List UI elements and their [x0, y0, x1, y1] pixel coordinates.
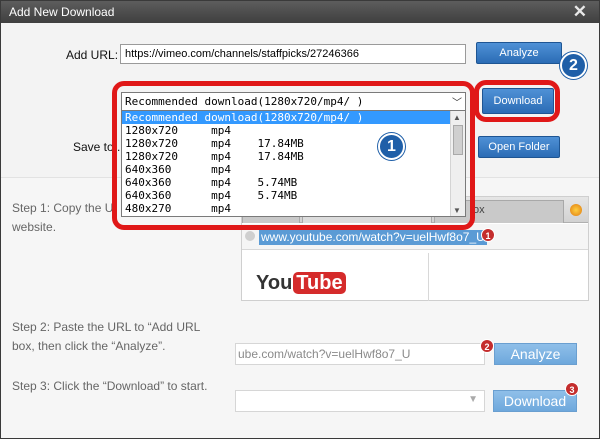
url-input[interactable] [120, 44, 466, 64]
illustration-dropdown-arrow-icon: ▼ [468, 394, 478, 405]
step1-text-line2: website. [12, 220, 57, 234]
youtube-logo-tube: Tube [293, 272, 346, 294]
firefox-icon [570, 204, 582, 216]
step3-text: Step 3: Click the “Download” to start. [12, 379, 208, 393]
scroll-up-icon[interactable]: ▲ [453, 113, 461, 122]
format-select[interactable]: Recommended download(1280x720/mp4/ ) ﹀ [121, 92, 466, 111]
window-title: Add New Download [9, 5, 115, 19]
address-selected-text: www.youtube.com/watch?v=uelHwf8o7_U [259, 230, 487, 245]
illustration-url-field: ube.com/watch?v=uelHwf8o7_U [235, 343, 485, 365]
step2-text-line1: Step 2: Paste the URL to “Add URL [12, 320, 201, 334]
format-option[interactable]: 640x360 mp4 5.74MB [122, 176, 451, 189]
illustration-download-button: Download [493, 390, 577, 412]
open-folder-button[interactable]: Open Folder [478, 136, 560, 158]
format-dropdown[interactable]: Recommended download(1280x720/mp4/ ) ﹀ R… [121, 92, 466, 217]
format-options-list[interactable]: Recommended download(1280x720/mp4/ ) 128… [121, 111, 466, 217]
close-icon[interactable]: ✕ [573, 2, 587, 22]
callout-badge-2: 2 [560, 52, 587, 79]
step-number-3: 3 [565, 382, 579, 396]
illustration-analyze-button: Analyze [494, 343, 577, 365]
title-bar: Add New Download ✕ [1, 1, 599, 23]
scroll-thumb[interactable] [453, 125, 463, 155]
format-option[interactable]: 480x270 mp4 [122, 202, 451, 215]
format-option[interactable]: 640x360 mp4 5.74MB [122, 189, 451, 202]
add-url-label: Add URL: [66, 48, 119, 62]
add-new-download-dialog: Add New Download ✕ Add URL: Analyze Save… [0, 0, 600, 439]
illustration-save-field: ▼ [235, 390, 485, 412]
globe-icon [245, 231, 255, 241]
step2-text-line2: box, then click the “Analyze”. [12, 339, 166, 353]
analyze-button[interactable]: Analyze [476, 42, 562, 64]
step1-text-line1: Step 1: Copy the U [12, 201, 114, 215]
step-number-1: 1 [481, 228, 495, 242]
format-selected-value: Recommended download(1280x720/mp4/ ) [125, 95, 364, 108]
step-number-2: 2 [480, 339, 494, 353]
youtube-logo-you: You [256, 272, 293, 294]
format-option[interactable]: 1280x720 mp4 [122, 124, 451, 137]
browser-divider [428, 253, 429, 301]
format-option[interactable]: Recommended download(1280x720/mp4/ ) [122, 111, 451, 124]
youtube-logo: You Tube [256, 272, 346, 295]
scroll-down-icon[interactable]: ▼ [453, 206, 461, 215]
callout-badge-1: 1 [378, 133, 405, 160]
format-list-scrollbar[interactable]: ▲ ▼ [450, 111, 465, 216]
chevron-down-icon[interactable]: ﹀ [452, 94, 462, 109]
format-option[interactable]: 640x360 mp4 [122, 163, 451, 176]
download-button[interactable]: Download [482, 88, 554, 114]
